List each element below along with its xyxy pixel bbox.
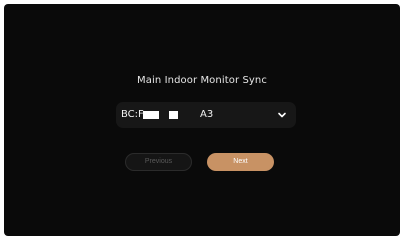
device-select-value: BC:F — [121, 102, 144, 128]
next-button[interactable]: Next — [207, 153, 274, 171]
chevron-down-icon[interactable] — [277, 110, 287, 120]
page-title: Main Indoor Monitor Sync — [137, 75, 267, 86]
device-mac-suffix: A3 — [200, 109, 214, 120]
previous-button[interactable]: Previous — [125, 153, 192, 171]
device-select[interactable]: BC:F A3 — [116, 102, 296, 128]
redaction-mask — [169, 111, 178, 119]
sync-screen: Main Indoor Monitor Sync BC:F A3 Previou… — [4, 4, 400, 236]
redaction-mask — [143, 111, 159, 119]
device-mac-prefix: BC:F — [121, 109, 144, 120]
